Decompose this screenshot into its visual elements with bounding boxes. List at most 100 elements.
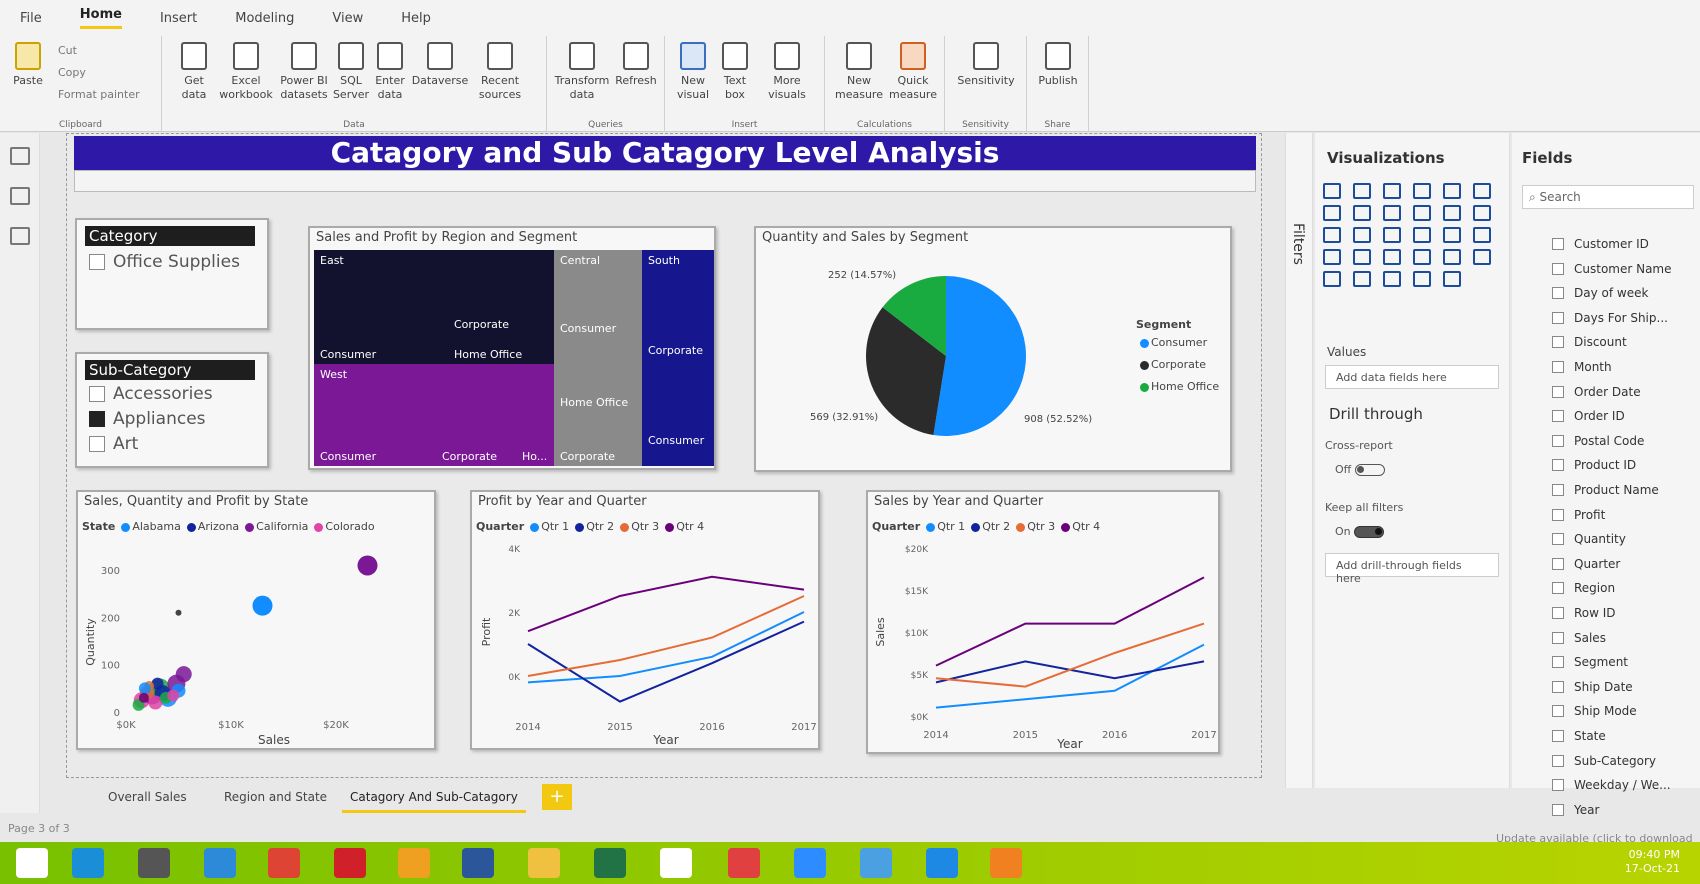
checkbox[interactable] bbox=[89, 411, 105, 427]
visual-type-icon[interactable] bbox=[1383, 249, 1401, 265]
app-icon[interactable] bbox=[334, 848, 366, 878]
checkbox[interactable] bbox=[1552, 287, 1564, 300]
checkbox[interactable] bbox=[1552, 680, 1564, 693]
field-item[interactable]: Postal Code bbox=[1552, 434, 1700, 448]
field-item[interactable]: Discount bbox=[1552, 335, 1700, 349]
visual-type-icon[interactable] bbox=[1353, 183, 1371, 199]
more-visuals-button[interactable]: More visuals bbox=[757, 42, 817, 102]
tab-overall-sales[interactable]: Overall Sales bbox=[108, 790, 187, 804]
enter-data-button[interactable]: Enter data bbox=[372, 42, 408, 102]
visual-type-icon[interactable] bbox=[1323, 183, 1341, 199]
menu-help[interactable]: Help bbox=[401, 11, 431, 26]
field-item[interactable]: Day of week bbox=[1552, 286, 1700, 300]
new-measure-button[interactable]: New measure bbox=[833, 42, 885, 102]
field-item[interactable]: State bbox=[1552, 729, 1700, 743]
format-painter-button[interactable]: Format painter bbox=[58, 88, 140, 101]
checkbox[interactable] bbox=[89, 254, 105, 270]
field-item[interactable]: Customer Name bbox=[1552, 262, 1700, 276]
field-item[interactable]: Ship Date bbox=[1552, 680, 1700, 694]
get-data-button[interactable]: Get data bbox=[174, 42, 214, 102]
checkbox[interactable] bbox=[1552, 311, 1564, 324]
recent-sources-button[interactable]: Recent sources bbox=[472, 42, 528, 102]
monitor-icon[interactable] bbox=[138, 848, 170, 878]
field-item[interactable]: Month bbox=[1552, 360, 1700, 374]
field-item[interactable]: Weekday / We... bbox=[1552, 778, 1700, 792]
treemap-west[interactable]: West Consumer Corporate Ho... bbox=[314, 364, 554, 466]
visual-type-icon[interactable] bbox=[1383, 205, 1401, 221]
checkbox[interactable] bbox=[1552, 336, 1564, 349]
checkbox[interactable] bbox=[1552, 730, 1564, 742]
visual-type-icon[interactable] bbox=[1443, 227, 1461, 243]
field-item[interactable]: Quarter bbox=[1552, 557, 1700, 571]
visual-type-icon[interactable] bbox=[1323, 205, 1341, 221]
checkbox[interactable] bbox=[1552, 484, 1564, 496]
slicer-item[interactable]: Accessories bbox=[89, 384, 213, 404]
checkbox[interactable] bbox=[1552, 508, 1564, 521]
scatter-chart-card[interactable]: Sales, Quantity and Profit by State Stat… bbox=[76, 490, 436, 750]
text-box-button[interactable]: Text box bbox=[717, 42, 753, 102]
filters-pane[interactable]: Filters bbox=[1285, 133, 1313, 788]
copy-button[interactable]: Copy bbox=[58, 66, 86, 79]
visual-type-icon[interactable] bbox=[1323, 249, 1341, 265]
chrome-icon[interactable] bbox=[268, 848, 300, 878]
checkbox[interactable] bbox=[1552, 434, 1564, 447]
data-view-icon[interactable] bbox=[10, 187, 30, 205]
sales-line-card[interactable]: Sales by Year and Quarter Quarter Qtr 1 Qt… bbox=[866, 490, 1220, 754]
model-view-icon[interactable] bbox=[10, 227, 30, 245]
field-item[interactable]: Product ID bbox=[1552, 458, 1700, 472]
field-item[interactable]: Customer ID bbox=[1552, 237, 1700, 251]
report-view-icon[interactable] bbox=[10, 147, 30, 165]
windows-start-icon[interactable] bbox=[16, 848, 48, 878]
menu-file[interactable]: File bbox=[20, 11, 42, 26]
field-item[interactable]: Year bbox=[1552, 803, 1700, 817]
checkbox[interactable] bbox=[1552, 557, 1564, 570]
checkbox[interactable] bbox=[1552, 582, 1564, 595]
checkbox[interactable] bbox=[1552, 385, 1564, 398]
slicer-item[interactable]: Office Supplies bbox=[89, 252, 240, 272]
treemap-east[interactable]: East Corporate Consumer Home Office bbox=[314, 250, 554, 364]
subcategory-slicer[interactable]: Sub-Category Accessories Appliances Art bbox=[75, 352, 269, 468]
transform-data-button[interactable]: Transform data bbox=[553, 42, 611, 102]
visual-type-icon[interactable] bbox=[1383, 227, 1401, 243]
checkbox[interactable] bbox=[1552, 361, 1564, 373]
vscode-icon[interactable] bbox=[926, 848, 958, 878]
excel-icon[interactable] bbox=[594, 848, 626, 878]
field-item[interactable]: Sub-Category bbox=[1552, 754, 1700, 768]
treemap-card[interactable]: Sales and Profit by Region and Segment E… bbox=[308, 226, 716, 470]
visual-type-icon[interactable] bbox=[1353, 227, 1371, 243]
slicer-item[interactable]: Art bbox=[89, 434, 138, 454]
visual-type-icon[interactable] bbox=[1443, 205, 1461, 221]
checkbox[interactable] bbox=[1552, 459, 1564, 472]
pie-chart-card[interactable]: Quantity and Sales by Segment 252 (14.57… bbox=[754, 226, 1232, 472]
field-item[interactable]: Ship Mode bbox=[1552, 704, 1700, 718]
add-data-fields-well[interactable]: Add data fields here bbox=[1325, 365, 1499, 389]
checkbox[interactable] bbox=[89, 436, 105, 452]
visual-type-icon[interactable] bbox=[1413, 183, 1431, 199]
checkbox[interactable] bbox=[1552, 656, 1564, 669]
vlc-icon[interactable] bbox=[990, 848, 1022, 878]
add-page-icon[interactable]: + bbox=[542, 784, 572, 810]
checkbox[interactable] bbox=[1552, 803, 1564, 816]
control-panel-icon[interactable] bbox=[204, 848, 236, 878]
visual-type-icon[interactable] bbox=[1473, 249, 1491, 265]
notepad-icon[interactable] bbox=[660, 848, 692, 878]
category-slicer[interactable]: Category Office Supplies bbox=[75, 218, 269, 330]
field-item[interactable]: Product Name bbox=[1552, 483, 1700, 497]
visual-type-icon[interactable] bbox=[1473, 183, 1491, 199]
menu-insert[interactable]: Insert bbox=[160, 11, 197, 26]
checkbox[interactable] bbox=[1552, 262, 1564, 275]
cross-report-toggle[interactable]: Off bbox=[1335, 463, 1385, 476]
checkbox[interactable] bbox=[1552, 631, 1564, 644]
menu-home[interactable]: Home bbox=[79, 7, 122, 29]
visual-type-icon[interactable] bbox=[1383, 271, 1401, 287]
field-item[interactable]: Row ID bbox=[1552, 606, 1700, 620]
checkbox[interactable] bbox=[1552, 754, 1564, 767]
visual-type-icon[interactable] bbox=[1323, 271, 1341, 287]
checkbox[interactable] bbox=[89, 386, 105, 402]
add-drill-through-well[interactable]: Add drill-through fields here bbox=[1325, 553, 1499, 585]
visual-type-icon[interactable] bbox=[1413, 249, 1431, 265]
visual-type-icon[interactable] bbox=[1443, 249, 1461, 265]
visual-type-icon[interactable] bbox=[1353, 205, 1371, 221]
visual-type-icon[interactable] bbox=[1383, 183, 1401, 199]
visual-type-icon[interactable] bbox=[1353, 249, 1371, 265]
